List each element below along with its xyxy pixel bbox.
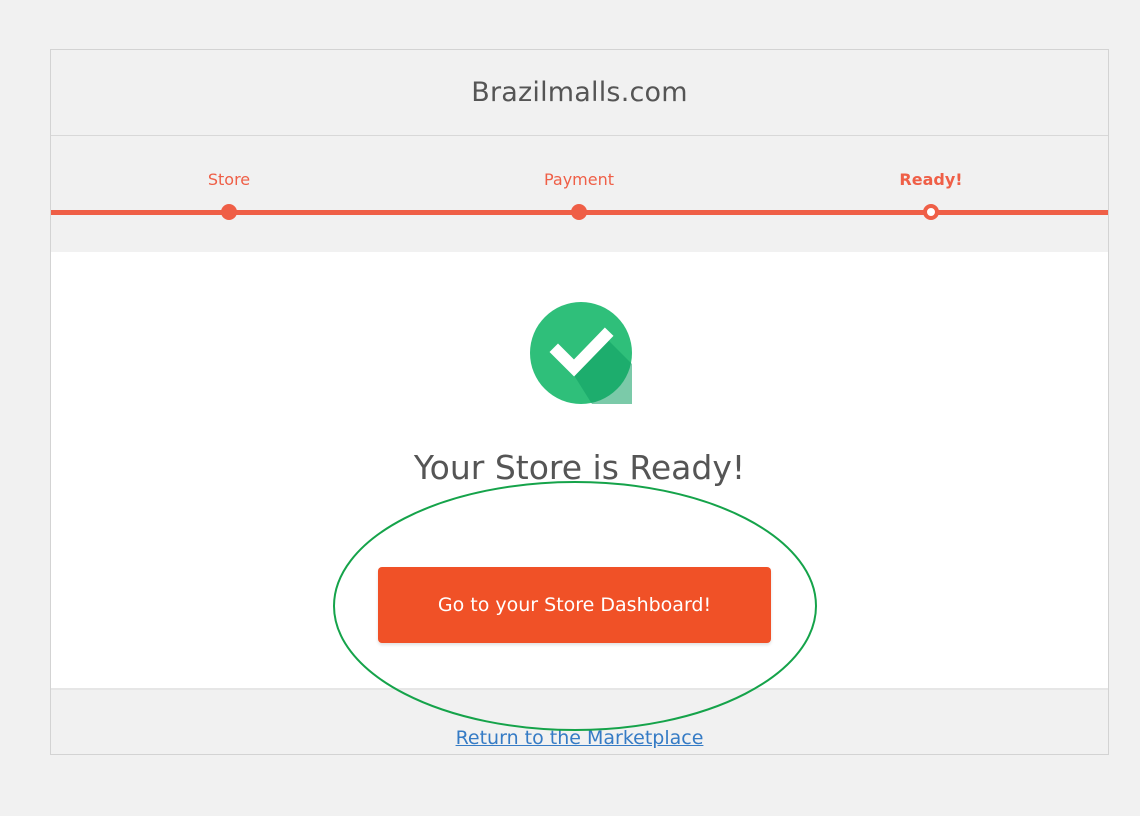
- step-store-dot: [221, 204, 237, 220]
- setup-card: Brazilmalls.com Store Payment Ready! You…: [50, 49, 1109, 755]
- step-ready-label: Ready!: [899, 170, 963, 189]
- check-circle-icon: [530, 302, 632, 404]
- step-payment-label: Payment: [543, 170, 615, 189]
- return-to-marketplace-link[interactable]: Return to the Marketplace: [51, 727, 1108, 749]
- success-panel: Your Store is Ready! Go to your Store Da…: [51, 252, 1108, 690]
- site-title: Brazilmalls.com: [471, 77, 688, 108]
- step-store-label: Store: [207, 170, 251, 189]
- step-ready-dot: [923, 204, 939, 220]
- store-setup-page: Brazilmalls.com Store Payment Ready! You…: [0, 0, 1140, 816]
- go-to-dashboard-button[interactable]: Go to your Store Dashboard!: [378, 567, 771, 643]
- setup-progress: Store Payment Ready!: [51, 136, 1108, 253]
- step-payment-dot: [571, 204, 587, 220]
- site-header: Brazilmalls.com: [51, 50, 1108, 136]
- store-ready-title: Your Store is Ready!: [413, 448, 746, 487]
